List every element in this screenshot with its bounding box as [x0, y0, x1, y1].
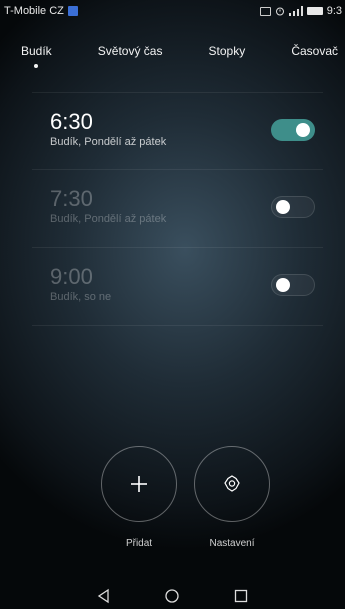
alarm-description: Budík, so ne [50, 291, 112, 303]
gallery-notification-icon [67, 6, 78, 16]
status-time: 9:3 [326, 5, 342, 17]
alarm-item[interactable]: 7:30 Budík, Pondělí až pátek [32, 170, 323, 248]
settings-action: Nastavení [194, 446, 270, 549]
alarm-list: 6:30 Budík, Pondělí až pátek 7:30 Budík,… [32, 92, 323, 326]
tab-alarm[interactable]: Budík [21, 40, 52, 68]
tab-timer[interactable]: Časovač [291, 40, 338, 62]
battery-icon [306, 7, 323, 15]
gear-icon [224, 475, 240, 492]
alarm-description: Budík, Pondělí až pátek [50, 213, 167, 225]
tab-label: Světový čas [97, 44, 163, 58]
back-icon[interactable] [96, 588, 112, 604]
tab-label: Stopky [208, 44, 246, 58]
signal-icon [288, 6, 303, 16]
home-icon[interactable] [164, 588, 180, 604]
tab-label: Časovač [291, 44, 338, 58]
alarm-clock-icon [275, 7, 284, 16]
active-tab-indicator [34, 64, 39, 68]
alarm-toggle[interactable] [271, 196, 315, 218]
tab-label: Budík [21, 44, 52, 58]
alarm-item[interactable]: 6:30 Budík, Pondělí až pátek [32, 92, 323, 170]
add-alarm-label: Přidat [125, 538, 153, 549]
add-alarm-button[interactable] [101, 446, 177, 522]
alarm-time: 9:00 [50, 264, 93, 289]
nfc-icon [259, 6, 271, 16]
clock-app-screen: T-Mobile CZ 9:3 Budík Světový čas Stopky… [0, 0, 345, 609]
status-bar: T-Mobile CZ 9:3 [0, 0, 345, 22]
toggle-knob [276, 200, 290, 214]
system-nav-bar [0, 582, 345, 609]
toggle-knob [276, 278, 290, 292]
settings-button[interactable] [194, 446, 270, 522]
clock-tabs: Budík Světový čas Stopky Časovač [0, 40, 345, 76]
recent-apps-icon[interactable] [233, 588, 249, 604]
alarm-toggle[interactable] [271, 119, 315, 141]
tab-world-clock[interactable]: Světový čas [98, 40, 163, 62]
add-alarm-action: Přidat [101, 446, 177, 549]
tab-stopwatch[interactable]: Stopky [209, 40, 246, 62]
toggle-knob [296, 123, 310, 137]
alarm-time: 7:30 [50, 186, 93, 211]
settings-label: Nastavení [209, 538, 255, 549]
carrier-name: T-Mobile CZ [4, 5, 64, 17]
alarm-toggle[interactable] [271, 274, 315, 296]
alarm-description: Budík, Pondělí až pátek [50, 136, 167, 148]
plus-icon [131, 476, 147, 492]
alarm-item[interactable]: 9:00 Budík, so ne [32, 248, 323, 326]
alarm-time: 6:30 [50, 109, 93, 134]
